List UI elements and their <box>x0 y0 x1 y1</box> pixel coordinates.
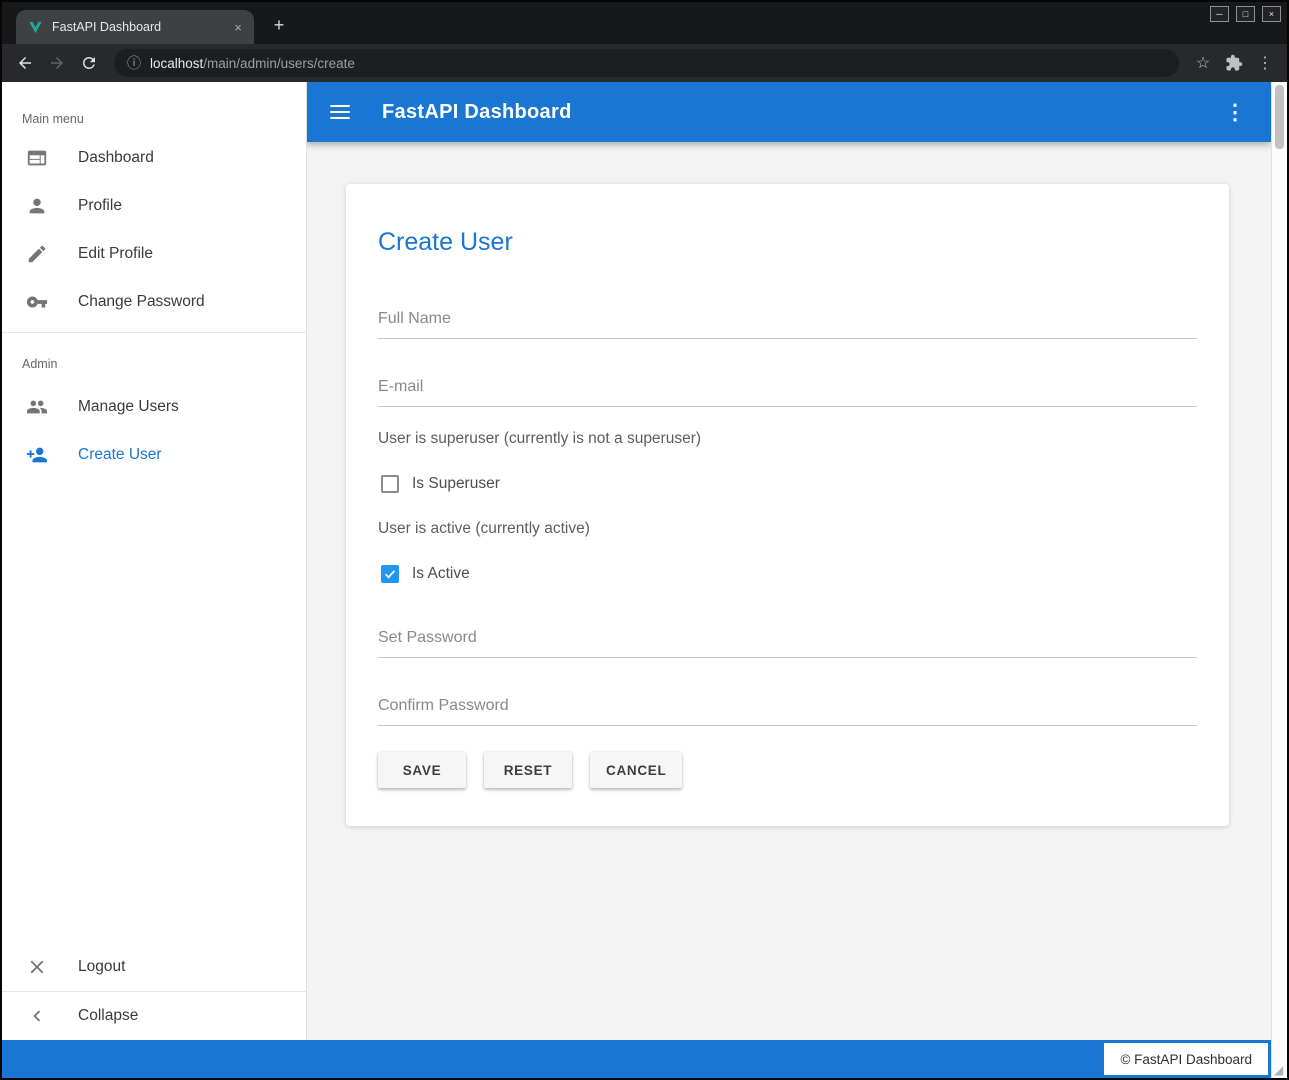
sidebar-section-caption: Main menu <box>2 82 306 134</box>
vuetify-favicon <box>28 20 43 35</box>
sidebar-item-logout[interactable]: Logout <box>2 943 306 991</box>
sidebar-section-caption: Admin <box>2 339 306 383</box>
main-area: FastAPI Dashboard ⋮ Create User User is … <box>306 82 1271 1040</box>
save-button[interactable]: SAVE <box>378 752 466 788</box>
person-icon <box>26 195 50 217</box>
sidebar-item-label: Profile <box>78 197 122 215</box>
set-password-field[interactable] <box>378 627 1197 658</box>
sidebar-item-label: Logout <box>78 958 125 976</box>
forward-arrow-icon <box>48 54 66 72</box>
checkbox-label: Is Active <box>412 565 470 583</box>
sidebar-item-create-user[interactable]: Create User <box>2 431 306 479</box>
sidebar: Main menu Dashboard Profile Edit Profile <box>2 82 306 1040</box>
url-text: localhost/main/admin/users/create <box>150 56 355 71</box>
extensions-button[interactable] <box>1219 48 1249 78</box>
sidebar-item-label: Edit Profile <box>78 245 153 263</box>
check-icon <box>383 567 397 581</box>
window-controls: ─ □ × <box>1210 6 1281 22</box>
hamburger-menu-icon[interactable] <box>330 101 350 123</box>
new-tab-button[interactable]: + <box>266 12 292 38</box>
window-close-button[interactable]: × <box>1262 6 1281 22</box>
superuser-hint-text: User is superuser (currently is not a su… <box>378 430 1197 448</box>
page-scrollbar[interactable]: ◢ <box>1271 82 1287 1078</box>
sidebar-item-manage-users[interactable]: Manage Users <box>2 383 306 431</box>
copyright-text: © FastAPI Dashboard <box>1120 1052 1252 1067</box>
copyright-box: © FastAPI Dashboard <box>1104 1043 1268 1075</box>
is-active-checkbox[interactable] <box>381 565 399 583</box>
app-bar-title: FastAPI Dashboard <box>382 101 572 124</box>
url-path: /main/admin/users/create <box>203 56 355 71</box>
page-title: Create User <box>378 228 1197 257</box>
dashboard-icon <box>26 147 50 169</box>
confirm-password-field[interactable] <box>378 695 1197 726</box>
browser-tab[interactable]: FastAPI Dashboard × <box>16 10 254 44</box>
cancel-button[interactable]: CANCEL <box>590 752 682 788</box>
sidebar-divider <box>2 332 306 333</box>
reset-button[interactable]: RESET <box>484 752 572 788</box>
address-bar[interactable]: ⓘ localhost/main/admin/users/create <box>114 49 1179 77</box>
app-bar: FastAPI Dashboard ⋮ <box>306 82 1271 142</box>
key-icon <box>26 291 50 313</box>
app-bar-menu-icon[interactable]: ⋮ <box>1223 100 1247 125</box>
site-info-icon[interactable]: ⓘ <box>127 53 141 73</box>
sidebar-item-label: Create User <box>78 446 162 464</box>
full-name-field[interactable] <box>378 308 1197 339</box>
close-icon <box>26 956 50 978</box>
checkbox-label: Is Superuser <box>412 475 500 493</box>
back-arrow-icon <box>16 54 34 72</box>
create-user-card: Create User User is superuser (currently… <box>346 184 1229 826</box>
window-minimize-button[interactable]: ─ <box>1210 6 1229 22</box>
person-add-icon <box>26 444 50 466</box>
window-maximize-button[interactable]: □ <box>1236 6 1255 22</box>
bookmark-star-icon[interactable]: ☆ <box>1189 53 1217 73</box>
tab-title: FastAPI Dashboard <box>52 20 221 34</box>
tab-close-icon[interactable]: × <box>230 20 246 35</box>
form-buttons-row: SAVE RESET CANCEL <box>378 752 1197 788</box>
sidebar-item-change-password[interactable]: Change Password <box>2 278 306 326</box>
sidebar-item-label: Manage Users <box>78 398 179 416</box>
is-active-checkbox-row[interactable]: Is Active <box>378 565 1197 583</box>
sidebar-item-label: Change Password <box>78 293 205 311</box>
url-host: localhost <box>150 56 203 71</box>
is-superuser-checkbox[interactable] <box>381 475 399 493</box>
chevron-left-icon <box>26 1005 50 1027</box>
active-hint-text: User is active (currently active) <box>378 520 1197 538</box>
sidebar-item-label: Dashboard <box>78 149 154 167</box>
extension-puzzle-icon <box>1225 54 1243 72</box>
people-icon <box>26 396 50 418</box>
reload-button[interactable] <box>74 48 104 78</box>
browser-titlebar: FastAPI Dashboard × + ─ □ × <box>2 2 1287 44</box>
back-button[interactable] <box>10 48 40 78</box>
sidebar-item-label: Collapse <box>78 1007 138 1025</box>
browser-toolbar: ⓘ localhost/main/admin/users/create ☆ ⋮ <box>2 44 1287 82</box>
pencil-icon <box>26 243 50 265</box>
sidebar-item-collapse[interactable]: Collapse <box>2 992 306 1040</box>
forward-button[interactable] <box>42 48 72 78</box>
content-area: Create User User is superuser (currently… <box>306 142 1271 1040</box>
app-footer: © FastAPI Dashboard <box>2 1040 1271 1078</box>
sidebar-item-dashboard[interactable]: Dashboard <box>2 134 306 182</box>
browser-window: FastAPI Dashboard × + ─ □ × ⓘ localhost/… <box>0 0 1289 1080</box>
is-superuser-checkbox-row[interactable]: Is Superuser <box>378 475 1197 493</box>
sidebar-spacer <box>2 479 306 943</box>
resize-grip-icon: ◢ <box>1274 1063 1283 1077</box>
email-field[interactable] <box>378 376 1197 407</box>
page: Main menu Dashboard Profile Edit Profile <box>2 82 1287 1078</box>
sidebar-item-profile[interactable]: Profile <box>2 182 306 230</box>
sidebar-item-edit-profile[interactable]: Edit Profile <box>2 230 306 278</box>
browser-menu-icon[interactable]: ⋮ <box>1251 53 1279 73</box>
scrollbar-thumb[interactable] <box>1275 85 1284 149</box>
reload-icon <box>80 54 98 72</box>
